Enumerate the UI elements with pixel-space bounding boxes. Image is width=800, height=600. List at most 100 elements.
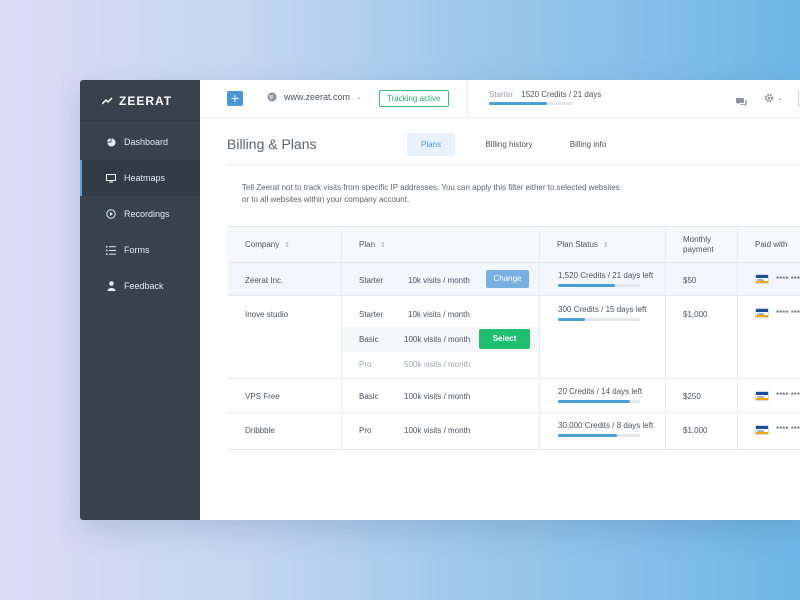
column-divider — [665, 226, 666, 450]
brand-logo[interactable]: ZEERAT — [102, 94, 172, 108]
plan-visits: 10k visits / month — [408, 276, 470, 285]
brand-name: ZEERAT — [119, 94, 173, 108]
column-divider — [737, 226, 738, 450]
sort-icon: ⇕ — [380, 242, 386, 249]
sidebar-item-label: Heatmaps — [124, 173, 166, 183]
site-selector[interactable]: www.zeerat.com ⌄ — [267, 92, 362, 102]
card-number: **** **** — [776, 391, 800, 400]
gear-icon — [764, 93, 774, 103]
column-header-plan-status[interactable]: Plan Status ⇕ — [557, 240, 609, 251]
visa-card-icon: VISA — [755, 308, 769, 318]
settings-menu[interactable]: ⌄ — [764, 93, 783, 103]
sidebar-nav: Dashboard Heatmaps Recordings Forms Feed… — [80, 124, 200, 304]
column-divider — [341, 226, 342, 450]
page-description: Tell Zeerat not to track visits from spe… — [242, 183, 620, 204]
monthly-payment: $1,000 — [683, 310, 708, 319]
table-header: Company ⇕ Plan ⇕ Plan Status ⇕ Monthly paym… — [227, 226, 800, 263]
column-label: Company — [245, 240, 280, 249]
list-icon — [106, 245, 116, 255]
plan-name: Basic — [359, 335, 379, 344]
column-label: Plan Status — [557, 240, 598, 249]
monitor-icon — [106, 173, 116, 183]
visa-card-icon: VISA — [755, 274, 769, 284]
column-header-plan[interactable]: Plan ⇕ — [359, 240, 386, 251]
plans-table: Company ⇕ Plan ⇕ Plan Status ⇕ Monthly paym… — [227, 226, 800, 450]
header-divider — [227, 164, 800, 165]
app-window: ZEERAT Dashboard Heatmaps Recordings For… — [80, 80, 800, 520]
sort-icon: ⇕ — [284, 242, 291, 249]
company-name: VPS Free — [245, 392, 280, 401]
table-row[interactable]: Inove studio Starter 10k visits / month … — [227, 296, 800, 379]
page-title: Billing & Plans — [227, 136, 317, 152]
plan-status-text: 30,000 Credits / 8 days left — [558, 421, 654, 430]
sidebar-item-dashboard[interactable]: Dashboard — [80, 124, 200, 160]
change-plan-button[interactable]: Change — [486, 270, 529, 288]
table-row[interactable]: VPS Free Basic 100k visits / month 20 Cr… — [227, 379, 800, 413]
pie-chart-icon — [106, 137, 116, 147]
plan-status-text: 1,520 Credits / 21 days left — [558, 271, 654, 280]
column-header-company[interactable]: Company ⇕ — [245, 240, 290, 251]
monthly-payment: $250 — [683, 392, 701, 401]
tab-billing-history[interactable]: Billing history — [476, 133, 542, 156]
chevron-down-icon: ⌄ — [356, 94, 362, 101]
plan-visits: 10k visits / month — [408, 310, 470, 319]
chat-icon[interactable] — [736, 94, 747, 112]
globe-icon — [267, 92, 277, 102]
credits-progress — [558, 400, 640, 403]
plan-name: Pro — [359, 360, 372, 369]
sidebar-item-recordings[interactable]: Recordings — [80, 196, 200, 232]
sidebar: ZEERAT Dashboard Heatmaps Recordings For… — [80, 80, 200, 520]
company-name: Inove studio — [245, 310, 289, 319]
sidebar-item-feedback[interactable]: Feedback — [80, 268, 200, 304]
progress-fill — [489, 102, 547, 105]
progress-fill — [558, 400, 631, 403]
visa-card-icon: VISA — [755, 391, 769, 401]
tracking-status-badge: Tracking active — [379, 90, 449, 107]
sidebar-item-label: Forms — [124, 245, 150, 255]
play-circle-icon — [106, 209, 116, 219]
column-label: Plan — [359, 240, 376, 249]
select-plan-button[interactable]: Select — [479, 329, 530, 349]
chevron-down-icon: ⌄ — [777, 95, 783, 102]
plan-summary-credits: 1520 Credits / 21 days — [521, 90, 602, 99]
table-row[interactable]: Zeerat Inc. Starter 10k visits / month C… — [227, 263, 800, 296]
sidebar-item-label: Recordings — [124, 209, 170, 219]
table-row[interactable]: Dribbble Pro 100k visits / month 30,000 … — [227, 413, 800, 449]
credits-progress — [558, 318, 640, 321]
visa-card-icon: VISA — [755, 425, 769, 435]
progress-fill — [558, 284, 615, 287]
column-header-monthly-payment[interactable]: Monthly payment — [683, 235, 723, 255]
progress-fill — [558, 434, 618, 437]
plan-summary-progress — [489, 102, 573, 105]
credits-progress — [558, 434, 640, 437]
plan-status-text: 20 Credits / 14 days left — [558, 387, 643, 396]
company-name: Dribbble — [245, 426, 275, 435]
plan-visits: 500k visits / month — [404, 360, 471, 369]
card-number: **** **** — [776, 309, 800, 318]
sidebar-item-label: Feedback — [124, 281, 164, 291]
monthly-payment: $50 — [683, 276, 697, 285]
plan-name: Starter — [359, 276, 384, 285]
plan-status-text: 300 Credits / 15 days left — [558, 305, 647, 314]
plan-summary: Starter 1520 Credits / 21 days — [489, 90, 601, 99]
column-header-paid-with[interactable]: Paid with — [755, 240, 787, 250]
site-url: www.zeerat.com — [284, 92, 351, 102]
card-number: **** **** — [776, 425, 800, 434]
trend-line-icon — [102, 97, 113, 105]
sidebar-item-label: Dashboard — [124, 137, 169, 147]
credits-progress — [558, 284, 640, 287]
user-icon — [106, 281, 116, 291]
sidebar-item-heatmaps[interactable]: Heatmaps — [80, 160, 200, 196]
plan-visits: 100k visits / month — [404, 426, 471, 435]
column-divider — [539, 226, 540, 450]
progress-fill — [558, 318, 586, 321]
plan-visits: 100k visits / month — [404, 392, 471, 401]
main-content: + www.zeerat.com ⌄ Tracking active Start… — [200, 80, 800, 520]
sidebar-item-forms[interactable]: Forms — [80, 232, 200, 268]
sort-icon: ⇕ — [602, 242, 609, 249]
topbar-divider — [467, 80, 468, 118]
tab-billing-info[interactable]: Billing info — [560, 133, 616, 156]
tab-plans[interactable]: Plans — [407, 133, 455, 156]
add-site-button[interactable]: + — [227, 91, 243, 106]
plan-name: Pro — [359, 426, 372, 435]
